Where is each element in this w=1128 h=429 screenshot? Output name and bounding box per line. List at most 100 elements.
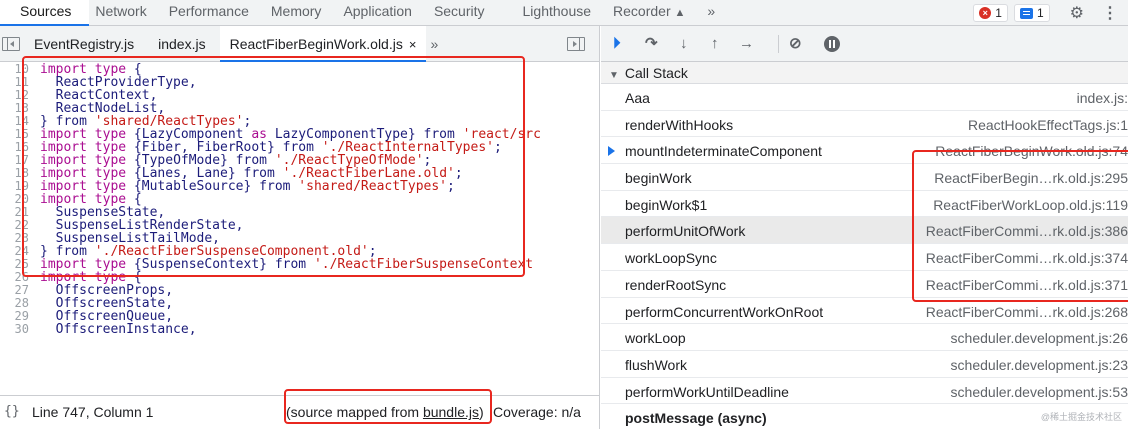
frame-location-link[interactable]: ReactFiberCommi…rk.old.js:371 [926, 277, 1128, 293]
debugger-toolbar: ⏵ ↷ ↓ ↑ → ⊘ [601, 26, 1128, 62]
async-label: postMessage (async) [625, 410, 767, 427]
step-icon[interactable]: → [739, 26, 754, 62]
call-frame[interactable]: performWorkUntilDeadline scheduler.develo… [601, 378, 1128, 405]
frame-location-link[interactable]: ReactFiberWorkLoop.old.js:119 [933, 197, 1128, 213]
code-token: {SuspenseContext} from [126, 257, 314, 272]
more-options-icon[interactable]: ⋮ [1102, 3, 1118, 23]
devtools-panel-tabs: Sources Network Performance Memory Appli… [0, 0, 1128, 26]
code-token: OffscreenInstance, [40, 322, 197, 337]
call-stack-list: Aaa index.js: renderWithHooks ReactHookEffe… [601, 84, 1128, 405]
frame-location-link[interactable]: index.js: [1077, 90, 1128, 106]
source-map-info: (source mapped from bundle.js) [286, 404, 484, 420]
resume-icon[interactable]: ⏵ [613, 26, 621, 62]
tab-memory[interactable]: Memory [263, 0, 336, 26]
toggle-debugger-icon[interactable] [567, 37, 585, 51]
tab-recorder[interactable]: Recorder ▲ [605, 0, 693, 26]
code-token: ; [493, 140, 502, 155]
code-token: {MutableSource} from [126, 179, 299, 194]
current-frame-arrow-icon [608, 146, 615, 157]
code-line: 30 OffscreenInstance, [0, 323, 599, 337]
errors-badge[interactable]: × 1 [973, 4, 1008, 22]
frame-function-name: renderRootSync [625, 276, 727, 293]
frame-function-name: workLoopSync [625, 250, 717, 267]
frame-function-name: Aaa [625, 90, 650, 106]
frame-function-name: performWorkUntilDeadline [625, 383, 789, 400]
frame-location-link[interactable]: scheduler.development.js:26 [951, 330, 1128, 346]
call-frame[interactable]: beginWork$1 ReactFiberWorkLoop.old.js:119 [601, 191, 1128, 218]
bundle-link[interactable]: bundle.js [423, 404, 479, 420]
step-out-icon[interactable]: ↑ [711, 26, 719, 62]
frame-location-link[interactable]: scheduler.development.js:53 [951, 384, 1128, 400]
call-stack-header[interactable]: ▼ Call Stack [601, 62, 1128, 84]
file-tab-index[interactable]: index.js [144, 26, 219, 62]
source-map-prefix: (source mapped from [286, 404, 423, 420]
editor-pane: EventRegistry.js index.js ReactFiberBegi… [0, 25, 600, 429]
toggle-navigator-icon[interactable] [2, 36, 20, 51]
file-tabs: EventRegistry.js index.js ReactFiberBegi… [0, 25, 599, 62]
message-icon [1019, 7, 1033, 19]
pretty-print-icon[interactable]: {} [4, 404, 20, 419]
frame-function-name: beginWork$1 [625, 196, 708, 213]
frame-location-link[interactable]: ReactHookEffectTags.js:1 [968, 117, 1128, 133]
call-frame[interactable]: workLoop scheduler.development.js:26 [601, 324, 1128, 351]
code-token: ; [454, 166, 463, 181]
toolbar-right: × 1 1 ⚙ ⋮ [973, 0, 1128, 26]
frame-function-name: mountIndeterminateComponent [625, 143, 822, 160]
frame-location-link[interactable]: scheduler.development.js:23 [951, 357, 1128, 373]
toolbar-divider [778, 35, 779, 53]
file-tab-eventregistry[interactable]: EventRegistry.js [24, 26, 144, 62]
more-tabs-button[interactable]: » [693, 0, 723, 26]
gear-icon[interactable]: ⚙ [1070, 3, 1084, 23]
frame-location-link[interactable]: ReactFiberCommi…rk.old.js:386 [926, 223, 1128, 239]
source-map-suffix: ) [479, 404, 484, 420]
watermark: @稀土掘金技术社区 [1040, 412, 1122, 422]
coverage-status: Coverage: n/a [493, 404, 581, 420]
code-token: './ReactFiberSuspenseContext [313, 257, 534, 272]
file-tab-reactfiberbeginwork[interactable]: ReactFiberBeginWork.old.js × [219, 25, 427, 62]
frame-function-name: beginWork [625, 170, 692, 187]
call-frame[interactable]: beginWork ReactFiberBegin…rk.old.js:295 [601, 164, 1128, 191]
code-token: ; [447, 179, 455, 194]
tab-recorder-label: Recorder [613, 2, 671, 19]
deactivate-breakpoints-icon[interactable]: ⊘ [789, 26, 802, 62]
call-frame[interactable]: renderWithHooks ReactHookEffectTags.js:1 [601, 111, 1128, 138]
call-frame[interactable]: mountIndeterminateComponent ReactFiberBeg… [601, 137, 1128, 165]
tab-performance[interactable]: Performance [161, 0, 263, 26]
tab-sources[interactable]: Sources [0, 0, 90, 26]
step-into-icon[interactable]: ↓ [680, 26, 688, 62]
step-over-icon[interactable]: ↷ [645, 26, 658, 62]
call-frame[interactable]: performConcurrentWorkOnRoot ReactFiberCom… [601, 298, 1128, 325]
frame-location-link[interactable]: ReactFiberBegin…rk.old.js:295 [934, 170, 1128, 186]
tab-network[interactable]: Network [89, 0, 160, 26]
call-frame[interactable]: flushWork scheduler.development.js:23 [601, 351, 1128, 378]
pause-on-exceptions-icon[interactable] [824, 36, 840, 52]
file-tab-label: ReactFiberBeginWork.old.js [229, 35, 403, 52]
error-icon: × [979, 7, 992, 19]
frame-location-link[interactable]: ReactFiberBeginWork.old.js:74 [935, 143, 1128, 159]
line-number[interactable]: 30 [0, 323, 35, 336]
call-frame[interactable]: renderRootSync ReactFiberCommi…rk.old.js:… [601, 271, 1128, 298]
editor-status-bar: {} Line 747, Column 1 (source mapped fro… [0, 395, 599, 429]
tab-application[interactable]: Application [335, 0, 426, 26]
code-editor[interactable]: 10 import type {11 ReactProviderType, 12 R… [0, 63, 599, 393]
cursor-position: Line 747, Column 1 [32, 404, 154, 420]
frame-function-name: renderWithHooks [625, 116, 734, 133]
message-count: 1 [1036, 6, 1044, 20]
frame-function-name: performConcurrentWorkOnRoot [625, 303, 824, 320]
messages-badge[interactable]: 1 [1013, 4, 1050, 22]
frame-function-name: performUnitOfWork [625, 223, 746, 240]
frame-function-name: flushWork [625, 356, 687, 373]
more-files-icon[interactable]: » [430, 36, 438, 52]
frame-function-name: workLoop [625, 330, 686, 347]
code-text: OffscreenInstance, [35, 323, 197, 336]
flask-icon: ▲ [674, 6, 686, 19]
tab-security[interactable]: Security [426, 0, 515, 26]
call-frame[interactable]: Aaa index.js: [601, 84, 1128, 111]
call-frame[interactable]: performUnitOfWork ReactFiberCommi…rk.old.… [601, 217, 1128, 245]
close-icon[interactable]: × [409, 37, 417, 52]
frame-location-link[interactable]: ReactFiberCommi…rk.old.js:374 [926, 250, 1128, 266]
tab-lighthouse[interactable]: Lighthouse [515, 0, 606, 26]
frame-location-link[interactable]: ReactFiberCommi…rk.old.js:268 [926, 304, 1128, 320]
error-count: 1 [995, 6, 1002, 20]
call-frame[interactable]: workLoopSync ReactFiberCommi…rk.old.js:37… [601, 244, 1128, 271]
